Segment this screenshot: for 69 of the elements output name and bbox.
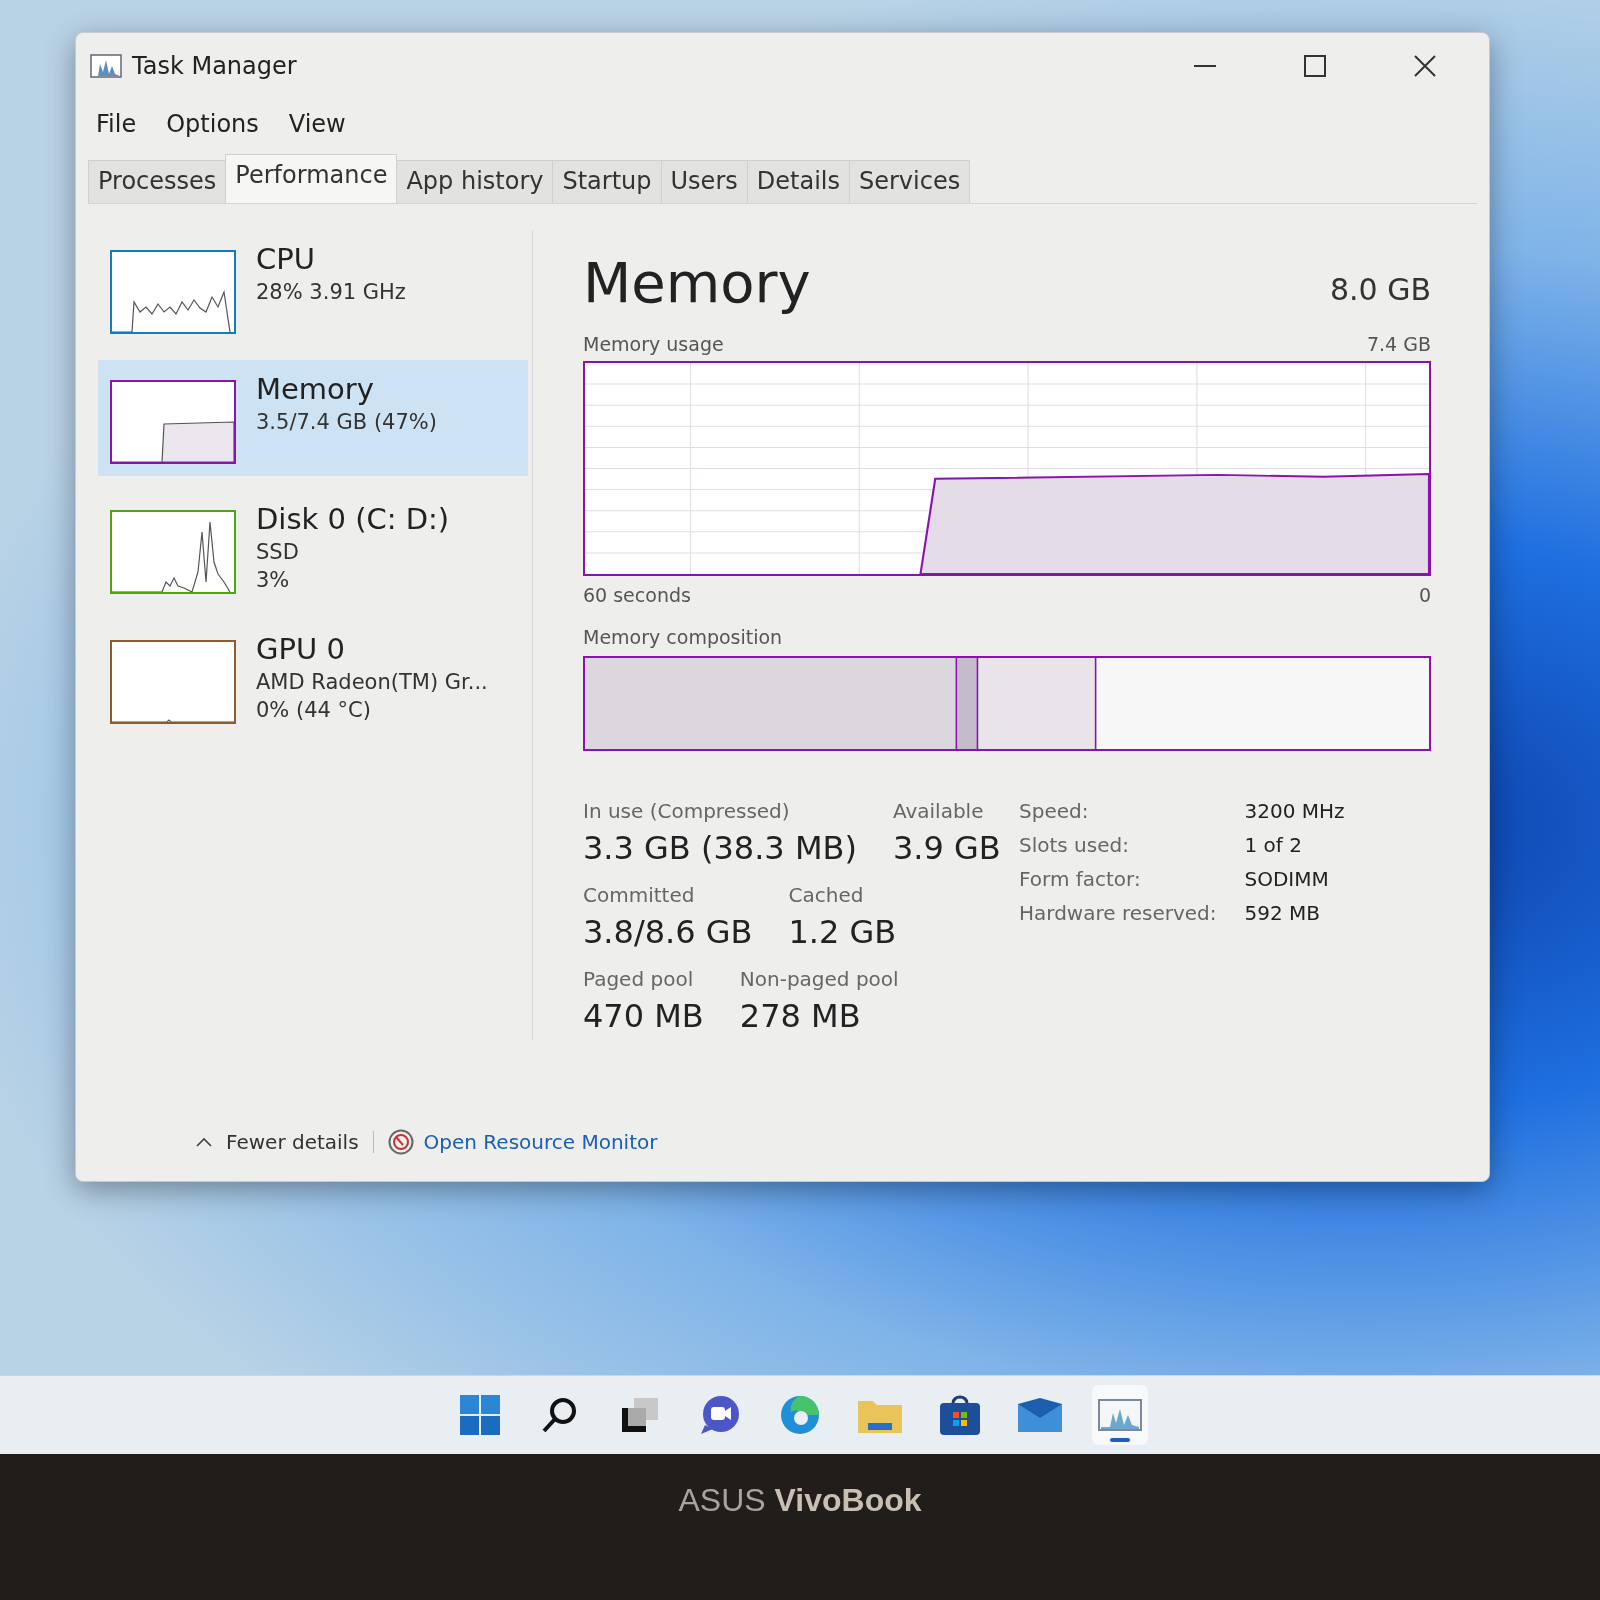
resource-title: Disk 0 (C: D:) bbox=[256, 502, 450, 536]
menu-item[interactable]: File bbox=[86, 106, 147, 142]
stat-value: 1.2 GB bbox=[788, 913, 897, 951]
property-value: 1 of 2 bbox=[1244, 833, 1303, 857]
tab[interactable]: App history bbox=[396, 160, 554, 203]
chevron-up-icon bbox=[196, 1137, 212, 1147]
brand-logo: ASUS VivoBook bbox=[678, 1482, 922, 1520]
stat-label: Paged pool bbox=[583, 967, 695, 991]
property-value: 3200 MHz bbox=[1244, 799, 1345, 823]
video-chat-icon bbox=[699, 1395, 741, 1435]
stat-value: 3.9 GB bbox=[892, 829, 1001, 867]
composition-label: Memory composition bbox=[583, 626, 784, 648]
resource-monitor-icon bbox=[387, 1129, 414, 1155]
resource-monitor-link[interactable]: Open Resource Monitor bbox=[387, 1129, 658, 1155]
stat-label: Cached bbox=[788, 883, 865, 907]
overlapping-windows-icon bbox=[622, 1398, 658, 1432]
stat-value: 278 MB bbox=[739, 997, 862, 1035]
property-label: Speed: bbox=[1019, 799, 1090, 823]
menu-item[interactable]: Options bbox=[156, 106, 269, 142]
resource-detail: 3.5/7.4 GB (47%) bbox=[256, 410, 437, 434]
stat-label: In use (Compressed) bbox=[583, 799, 791, 823]
stat-value: 3.8/8.6 GB bbox=[583, 913, 753, 951]
graph-min-label: 0 bbox=[1418, 584, 1431, 606]
resource-item[interactable]: Memory 3.5/7.4 GB (47%) bbox=[98, 360, 528, 476]
tab[interactable]: Processes bbox=[88, 160, 227, 203]
property-value: 592 MB bbox=[1244, 901, 1322, 925]
maximize-icon bbox=[1304, 55, 1326, 77]
panel-title: Memory bbox=[583, 250, 811, 315]
envelope-icon bbox=[1018, 1398, 1062, 1432]
graph-max-label: 7.4 GB bbox=[1367, 333, 1431, 355]
resource-detail: 3% bbox=[256, 568, 291, 592]
resource-item[interactable]: Disk 0 (C: D:) SSD 3% bbox=[98, 490, 528, 606]
resource-detail: 28% 3.91 GHz bbox=[256, 280, 406, 304]
total-memory: 8.0 GB bbox=[1329, 272, 1431, 307]
search-icon bbox=[541, 1396, 579, 1434]
windows-logo-icon bbox=[460, 1395, 500, 1435]
stat-label: Non-paged pool bbox=[739, 967, 899, 991]
tab[interactable]: Details bbox=[746, 160, 850, 203]
performance-graph-icon bbox=[1098, 1399, 1142, 1431]
tab[interactable]: Performance bbox=[225, 154, 398, 203]
property-label: Slots used: bbox=[1019, 833, 1130, 857]
stat-label: Available bbox=[892, 799, 985, 823]
graph-label: Memory usage bbox=[583, 333, 724, 355]
stat-value: 3.3 GB (38.3 MB) bbox=[583, 829, 857, 867]
resource-detail: AMD Radeon(TM) Gr... bbox=[256, 670, 488, 694]
stat-label: Committed bbox=[583, 883, 696, 907]
tab[interactable]: Users bbox=[660, 160, 748, 203]
resource-item[interactable]: GPU 0 AMD Radeon(TM) Gr... 0% (44 °C) bbox=[98, 620, 528, 736]
shopping-bag-icon bbox=[940, 1395, 980, 1435]
menu-item[interactable]: View bbox=[278, 106, 356, 142]
stat-value: 470 MB bbox=[583, 997, 704, 1035]
time-span-label: 60 seconds bbox=[583, 584, 691, 606]
resource-item[interactable]: CPU 28% 3.91 GHz bbox=[98, 230, 528, 346]
fewer-details-button[interactable]: Fewer details bbox=[196, 1130, 359, 1154]
resource-detail: SSD bbox=[256, 540, 300, 564]
property-label: Form factor: bbox=[1019, 867, 1142, 891]
resource-title: Memory bbox=[256, 372, 375, 406]
tab[interactable]: Services bbox=[848, 160, 971, 203]
resource-title: GPU 0 bbox=[256, 632, 346, 666]
resource-title: CPU bbox=[256, 242, 316, 276]
resource-detail: 0% (44 °C) bbox=[256, 698, 372, 722]
property-label: Hardware reserved: bbox=[1019, 901, 1217, 925]
performance-graph-icon bbox=[90, 54, 122, 78]
window-title: Task Manager bbox=[132, 52, 297, 80]
browser-icon bbox=[779, 1394, 821, 1436]
tab[interactable]: Startup bbox=[552, 160, 662, 203]
close-icon bbox=[1413, 54, 1437, 78]
property-value: SODIMM bbox=[1244, 867, 1330, 891]
minimize-icon bbox=[1194, 65, 1216, 67]
